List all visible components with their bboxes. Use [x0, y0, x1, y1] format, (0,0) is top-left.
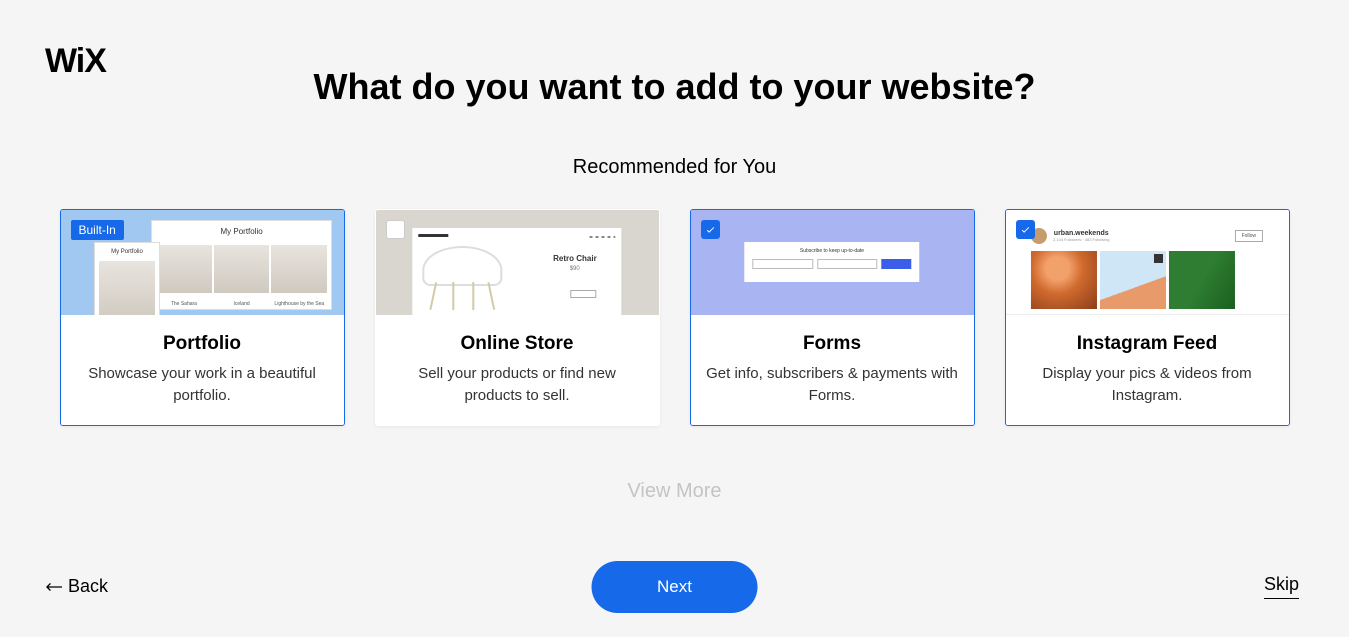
portfolio-preview-small-title: My Portfolio — [95, 249, 158, 255]
card-portfolio-title: Portfolio — [163, 333, 241, 355]
card-instagram-feed-preview: urban.weekends 2,134 Followers · 483 Fol… — [1006, 210, 1289, 315]
back-button-label: Back — [68, 576, 108, 597]
card-instagram-feed-checkbox[interactable] — [1016, 220, 1035, 239]
card-forms-preview: Subscribe to keep up-to-date — [691, 210, 974, 315]
card-instagram-feed[interactable]: urban.weekends 2,134 Followers · 483 Fol… — [1005, 209, 1290, 426]
instagram-photo — [1169, 251, 1235, 309]
skip-button[interactable]: Skip — [1264, 574, 1299, 599]
portfolio-preview-title: My Portfolio — [152, 227, 331, 236]
logo: WiX — [45, 42, 106, 81]
instagram-photo — [1031, 251, 1097, 309]
card-online-store-title: Online Store — [461, 333, 574, 355]
forms-preview-input-email — [817, 259, 878, 269]
page-heading: What do you want to add to your website? — [0, 66, 1349, 108]
card-online-store-checkbox[interactable] — [386, 220, 405, 239]
card-online-store[interactable]: Retro Chair $90 Online Store Sell your p… — [375, 209, 660, 426]
forms-preview-submit — [882, 259, 912, 269]
builtin-badge: Built-In — [71, 220, 124, 240]
forms-preview-input-name — [752, 259, 813, 269]
card-portfolio-preview: Built-In My Portfolio The Sahara Iceland… — [61, 210, 344, 315]
instagram-preview-follow: Follow — [1235, 230, 1263, 242]
instagram-photo — [1100, 251, 1166, 309]
card-instagram-feed-desc: Display your pics & videos from Instagra… — [1020, 363, 1275, 407]
main-content: What do you want to add to your website?… — [0, 0, 1349, 503]
card-online-store-preview: Retro Chair $90 — [376, 210, 659, 315]
card-portfolio-desc: Showcase your work in a beautiful portfo… — [75, 363, 330, 407]
card-forms-desc: Get info, subscribers & payments with Fo… — [705, 363, 960, 407]
card-instagram-feed-title: Instagram Feed — [1077, 333, 1217, 355]
card-online-store-desc: Sell your products or find new products … — [390, 363, 645, 407]
card-forms-title: Forms — [803, 333, 861, 355]
back-button[interactable]: Back — [46, 576, 108, 597]
cards-row: Built-In My Portfolio The Sahara Iceland… — [0, 209, 1349, 426]
instagram-preview-meta: 2,134 Followers · 483 Following — [1053, 237, 1109, 242]
page-subheading: Recommended for You — [0, 156, 1349, 179]
check-icon — [1020, 224, 1031, 235]
store-preview-product: Retro Chair — [553, 254, 597, 263]
next-button[interactable]: Next — [591, 561, 758, 613]
instagram-preview-username: urban.weekends — [1053, 230, 1109, 237]
check-icon — [705, 224, 716, 235]
view-more-button[interactable]: View More — [0, 480, 1349, 503]
card-forms[interactable]: Subscribe to keep up-to-date Forms Get i… — [690, 209, 975, 426]
card-portfolio[interactable]: Built-In My Portfolio The Sahara Iceland… — [60, 209, 345, 426]
arrow-left-icon — [46, 581, 62, 593]
card-forms-checkbox[interactable] — [701, 220, 720, 239]
footer: Back Next Skip — [0, 574, 1349, 599]
store-preview-price: $90 — [570, 266, 580, 272]
forms-preview-label: Subscribe to keep up-to-date — [752, 248, 911, 254]
